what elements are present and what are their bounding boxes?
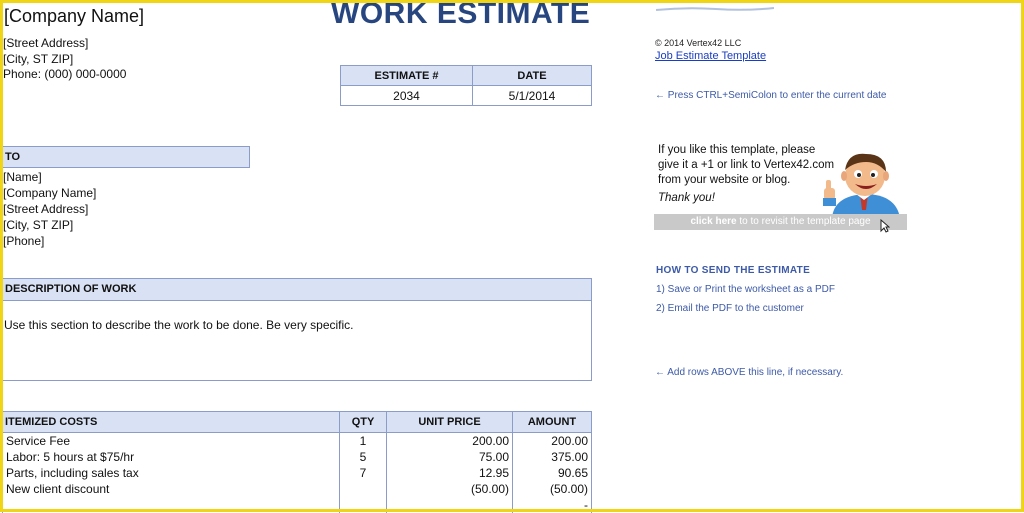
promo-line: give it a +1 or link to Vertex42.com <box>658 159 835 171</box>
item-amount: 90.65 <box>512 465 592 481</box>
mouse-cursor-icon <box>880 219 890 233</box>
items-header-amount: AMOUNT <box>512 411 592 433</box>
date-header: DATE <box>472 65 592 86</box>
item-qty[interactable]: 5 <box>339 449 387 465</box>
description-header: DESCRIPTION OF WORK <box>2 278 592 301</box>
send-step-2: 2) Email the PDF to the customer <box>656 303 804 314</box>
city-state-zip[interactable]: [City, ST ZIP] <box>3 51 73 67</box>
item-qty[interactable] <box>339 497 387 513</box>
item-unit-price[interactable]: 200.00 <box>386 432 513 449</box>
item-qty[interactable] <box>339 481 387 497</box>
promo-text: If you like this template, please give i… <box>658 143 834 206</box>
item-qty[interactable]: 7 <box>339 465 387 481</box>
job-estimate-template-link[interactable]: Job Estimate Template <box>655 50 766 62</box>
table-row[interactable]: Labor: 5 hours at $75/hr 5 75.00 375.00 <box>2 449 592 465</box>
revisit-template-button[interactable]: click here to to revisit the template pa… <box>654 214 907 230</box>
promo-line: If you like this template, please <box>658 144 816 156</box>
to-company[interactable]: [Company Name] <box>3 185 96 201</box>
items-header-unit-price: UNIT PRICE <box>386 411 513 433</box>
document-title: WORK ESTIMATE <box>331 0 591 30</box>
item-amount: 200.00 <box>512 432 592 449</box>
item-unit-price[interactable] <box>386 497 513 513</box>
item-desc[interactable]: Labor: 5 hours at $75/hr <box>2 449 340 465</box>
send-estimate-title: HOW TO SEND THE ESTIMATE <box>656 265 811 276</box>
table-row[interactable]: Service Fee 1 200.00 200.00 <box>2 432 592 449</box>
phone[interactable]: Phone: (000) 000-0000 <box>3 66 126 82</box>
thank-you-text: Thank you! <box>658 192 715 204</box>
item-unit-price[interactable]: 12.95 <box>386 465 513 481</box>
add-rows-hint: ← Add rows ABOVE this line, if necessary… <box>655 367 844 378</box>
item-desc[interactable]: Parts, including sales tax <box>2 465 340 481</box>
item-desc[interactable] <box>2 497 340 513</box>
table-row[interactable]: New client discount (50.00) (50.00) <box>2 481 592 497</box>
to-city[interactable]: [City, ST ZIP] <box>3 217 73 233</box>
company-name[interactable]: [Company Name] <box>4 5 144 27</box>
promo-line: from your website or blog. <box>658 174 791 186</box>
mascot-thumbs-up-illustration <box>823 153 900 218</box>
table-row[interactable]: Parts, including sales tax 7 12.95 90.65 <box>2 465 592 481</box>
vertex42-logo-swoosh <box>656 7 774 11</box>
date-cell[interactable]: 5/1/2014 <box>472 85 592 106</box>
estimate-number-cell[interactable]: 2034 <box>340 85 473 106</box>
itemized-costs-table: ITEMIZED COSTS QTY UNIT PRICE AMOUNT Ser… <box>2 411 592 513</box>
table-row[interactable]: - <box>2 497 592 513</box>
to-street[interactable]: [Street Address] <box>3 201 88 217</box>
to-header: TO <box>2 146 250 168</box>
item-amount: 375.00 <box>512 449 592 465</box>
street-address[interactable]: [Street Address] <box>3 35 88 51</box>
item-qty[interactable]: 1 <box>339 432 387 449</box>
to-phone[interactable]: [Phone] <box>3 233 44 249</box>
to-name[interactable]: [Name] <box>3 169 42 185</box>
item-amount: (50.00) <box>512 481 592 497</box>
revisit-text: to to revisit the template page <box>736 216 871 227</box>
item-amount: - <box>512 497 592 513</box>
item-unit-price[interactable]: (50.00) <box>386 481 513 497</box>
copyright-text: © 2014 Vertex42 LLC <box>655 38 742 48</box>
date-shortcut-hint: ← Press CTRL+SemiColon to enter the curr… <box>655 90 887 101</box>
item-unit-price[interactable]: 75.00 <box>386 449 513 465</box>
send-step-1: 1) Save or Print the worksheet as a PDF <box>656 284 835 295</box>
item-desc[interactable]: New client discount <box>2 481 340 497</box>
items-header-desc: ITEMIZED COSTS <box>2 411 340 433</box>
description-text[interactable]: Use this section to describe the work to… <box>4 317 354 333</box>
item-desc[interactable]: Service Fee <box>2 432 340 449</box>
estimate-number-header: ESTIMATE # <box>340 65 473 86</box>
click-here-text: click here <box>690 216 737 227</box>
estimate-info-table: ESTIMATE # DATE 2034 5/1/2014 <box>340 65 592 106</box>
description-box[interactable]: Use this section to describe the work to… <box>2 300 592 381</box>
items-header-qty: QTY <box>339 411 387 433</box>
